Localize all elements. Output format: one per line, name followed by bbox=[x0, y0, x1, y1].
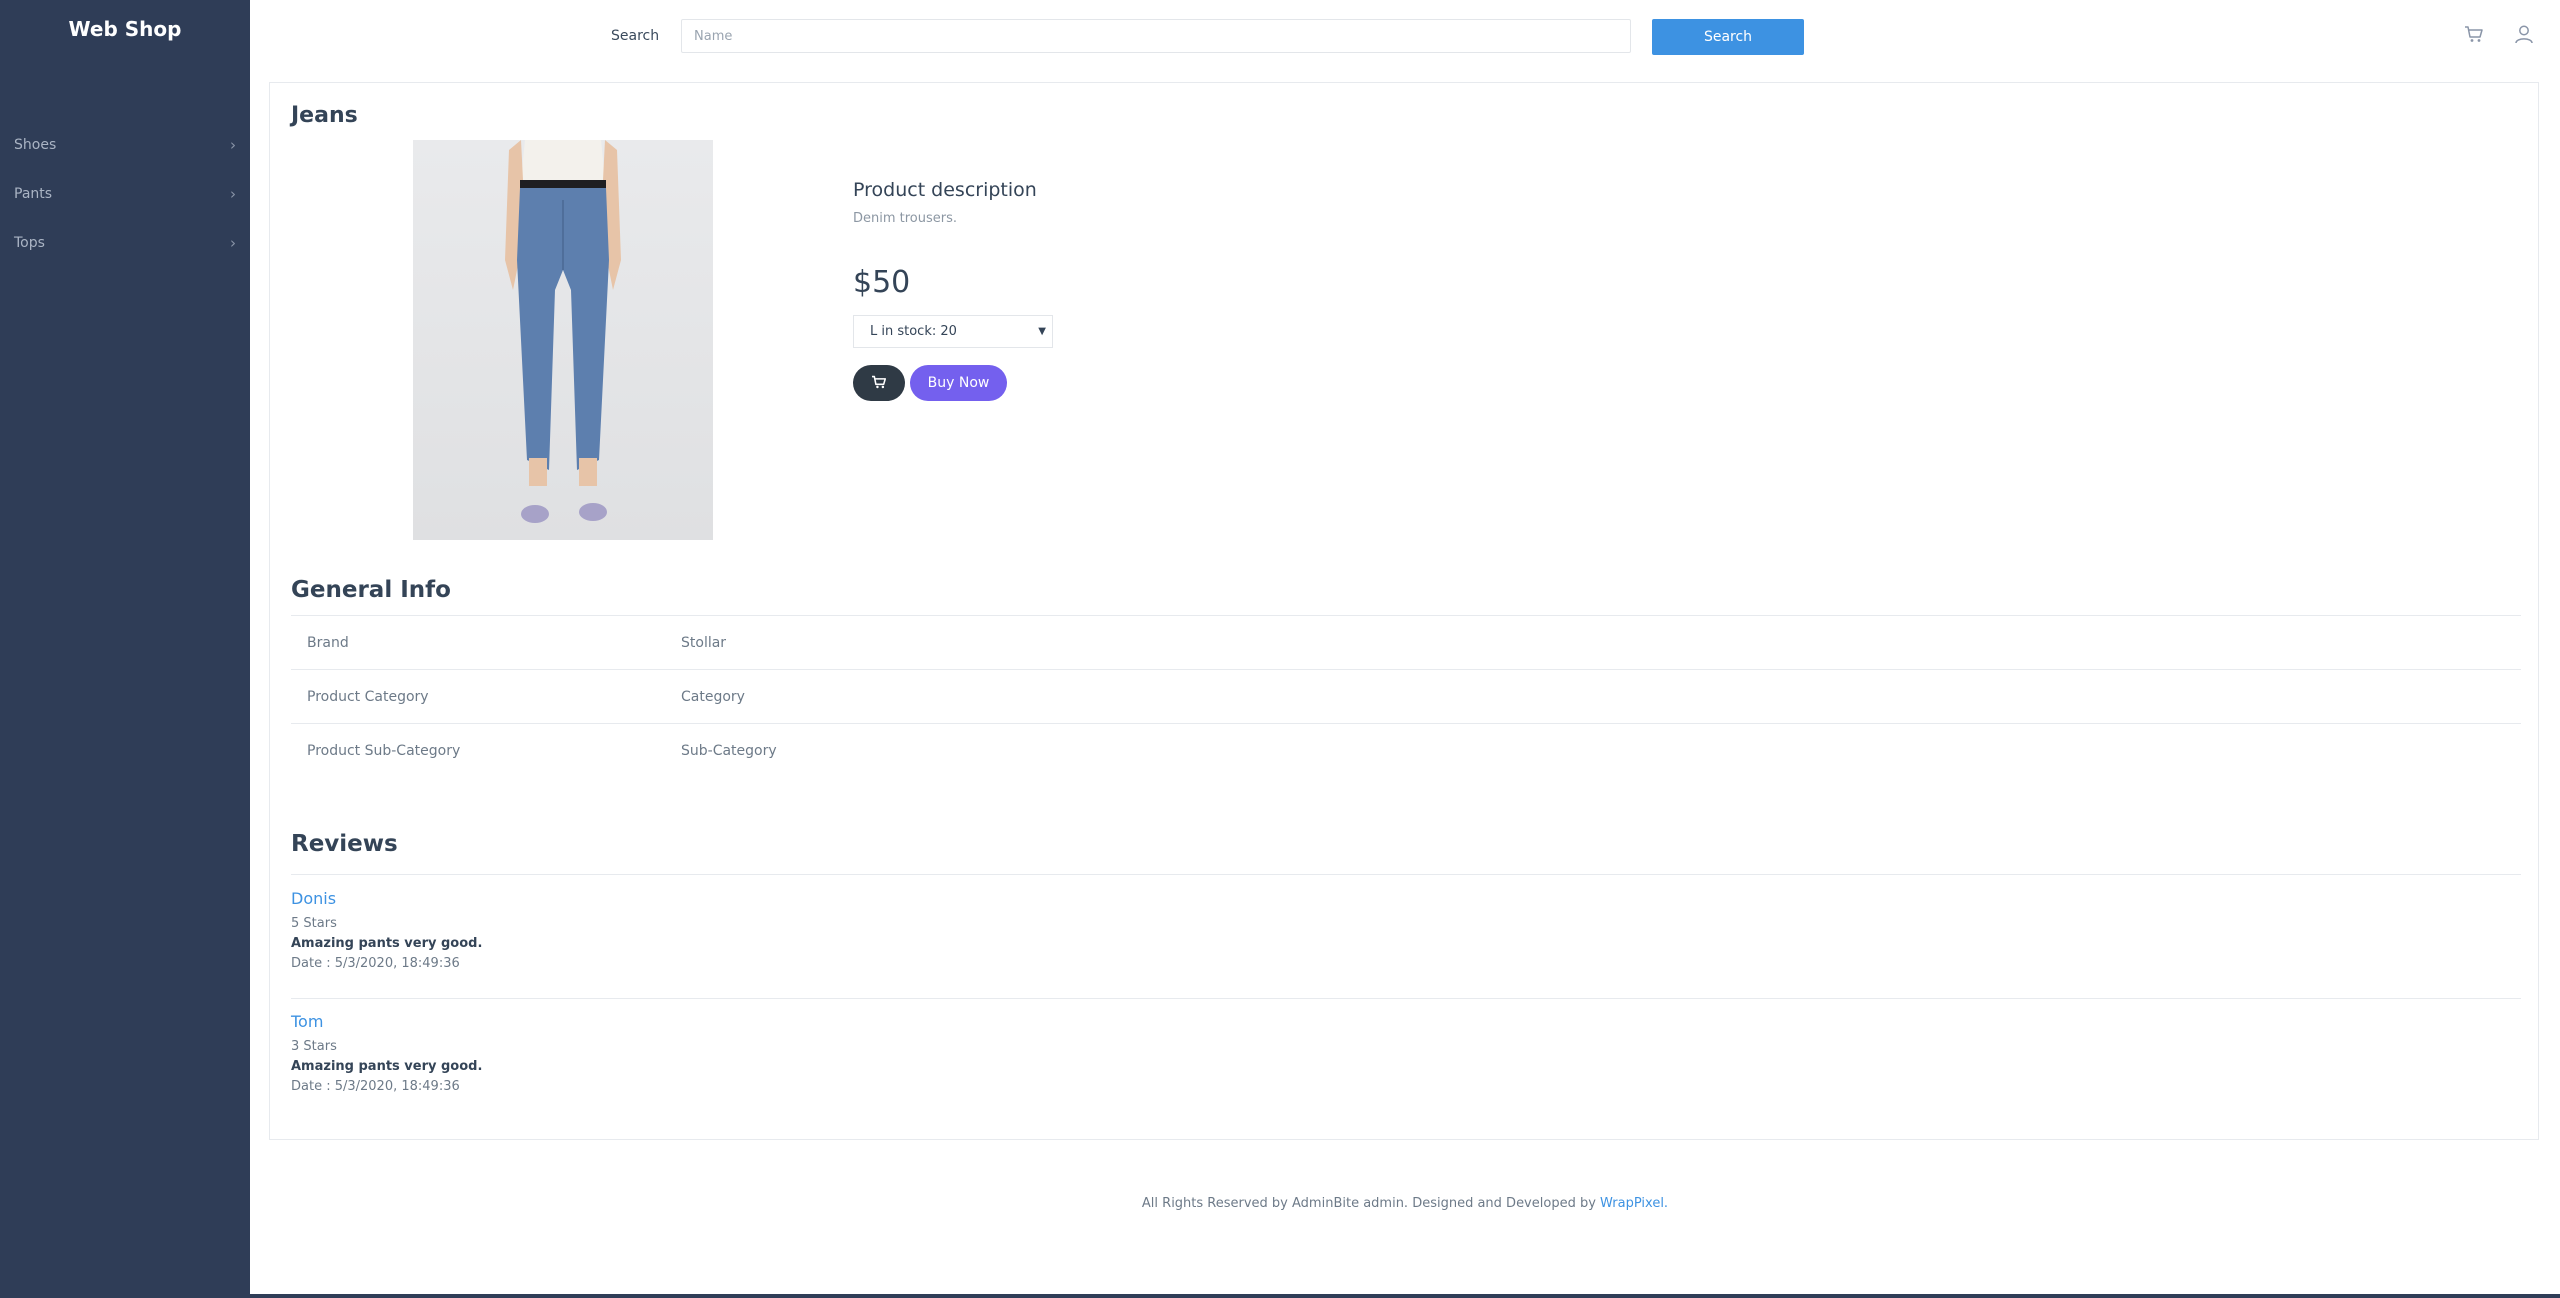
info-value: Stollar bbox=[681, 634, 727, 651]
size-select-value: L in stock: 20 bbox=[870, 324, 957, 339]
size-select[interactable]: L in stock: 20 ▼ bbox=[853, 315, 1053, 348]
chevron-right-icon: › bbox=[230, 184, 236, 203]
user-icon[interactable] bbox=[2510, 20, 2538, 48]
review-date: Date : 5/3/2020, 18:49:36 bbox=[291, 1079, 460, 1094]
chevron-right-icon: › bbox=[230, 135, 236, 154]
table-row: Product Category Category bbox=[291, 669, 2521, 723]
sidebar-item-shoes[interactable]: Shoes › bbox=[0, 120, 250, 169]
footer: All Rights Reserved by AdminBite admin. … bbox=[250, 1196, 2560, 1211]
buy-now-button[interactable]: Buy Now bbox=[910, 365, 1007, 401]
search-button[interactable]: Search bbox=[1652, 19, 1804, 55]
sidebar-item-pants[interactable]: Pants › bbox=[0, 169, 250, 218]
sidebar: Web Shop Shoes › Pants › Tops › bbox=[0, 0, 250, 1298]
product-title: Jeans bbox=[291, 103, 358, 128]
cart-icon[interactable] bbox=[2460, 20, 2488, 48]
brand-logo[interactable]: Web Shop bbox=[0, 0, 250, 58]
search-label: Search bbox=[611, 28, 660, 44]
product-image bbox=[413, 140, 713, 540]
review-author[interactable]: Tom bbox=[291, 1012, 2521, 1031]
product-description-title: Product description bbox=[853, 179, 1037, 201]
cart-icon bbox=[871, 375, 887, 392]
sidebar-item-label: Pants bbox=[14, 185, 53, 202]
info-value: Category bbox=[681, 688, 745, 705]
review-item: Tom 3 Stars Amazing pants very good. Dat… bbox=[291, 1012, 2521, 1094]
review-date: Date : 5/3/2020, 18:49:36 bbox=[291, 956, 460, 971]
add-to-cart-button[interactable] bbox=[853, 365, 905, 401]
general-info-title: General Info bbox=[291, 577, 451, 603]
info-key: Product Category bbox=[307, 688, 429, 705]
review-author[interactable]: Donis bbox=[291, 889, 2521, 908]
review-item: Donis 5 Stars Amazing pants very good. D… bbox=[291, 889, 2521, 971]
review-text: Amazing pants very good. bbox=[291, 1059, 483, 1074]
review-stars: 5 Stars bbox=[291, 916, 337, 931]
product-price: $50 bbox=[853, 265, 911, 300]
chevron-right-icon: › bbox=[230, 233, 236, 252]
sidebar-nav: Shoes › Pants › Tops › bbox=[0, 120, 250, 267]
table-row: Product Sub-Category Sub-Category bbox=[291, 723, 2521, 777]
reviews-title: Reviews bbox=[291, 831, 398, 857]
info-key: Product Sub-Category bbox=[307, 742, 461, 759]
footer-text: All Rights Reserved by AdminBite admin. … bbox=[1141, 1196, 1601, 1211]
info-key: Brand bbox=[307, 634, 349, 651]
review-text: Amazing pants very good. bbox=[291, 936, 483, 951]
topbar: Search Search bbox=[250, 0, 2560, 72]
info-value: Sub-Category bbox=[681, 742, 777, 759]
sidebar-item-label: Shoes bbox=[14, 136, 57, 153]
table-row: Brand Stollar bbox=[291, 615, 2521, 669]
bottom-strip bbox=[250, 1294, 2560, 1298]
sidebar-item-label: Tops bbox=[14, 234, 45, 251]
divider bbox=[291, 998, 2521, 999]
divider bbox=[291, 874, 2521, 875]
search-input[interactable] bbox=[681, 19, 1631, 53]
sidebar-item-tops[interactable]: Tops › bbox=[0, 218, 250, 267]
review-stars: 3 Stars bbox=[291, 1039, 337, 1054]
dropdown-arrow-icon: ▼ bbox=[1038, 326, 1046, 337]
footer-link[interactable]: WrapPixel. bbox=[1600, 1196, 1668, 1211]
general-info-table: Brand Stollar Product Category Category … bbox=[291, 615, 2521, 777]
product-card: Jeans Product description Denim trousers… bbox=[269, 82, 2539, 1140]
product-description: Denim trousers. bbox=[853, 211, 958, 226]
